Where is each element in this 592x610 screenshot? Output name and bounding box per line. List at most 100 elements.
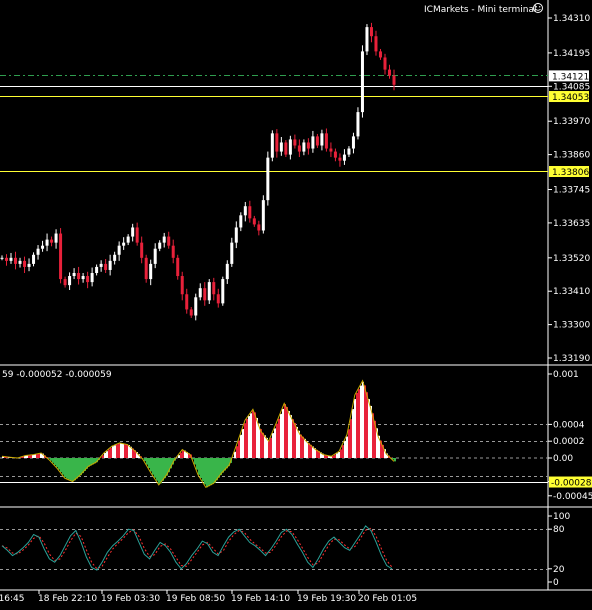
candle-body (45, 239, 49, 246)
candle-body (365, 27, 369, 52)
macd-bar (70, 458, 72, 481)
macd-bar (56, 458, 58, 468)
macd-bar (118, 443, 120, 458)
macd-bar (144, 458, 146, 462)
macd-bar (362, 381, 364, 458)
macd-tick-label: 0.0002 (553, 437, 585, 447)
candle-body (297, 145, 301, 152)
candle-body (113, 254, 117, 261)
macd-bar (152, 458, 154, 475)
candle-body (230, 242, 234, 264)
time-tick-label: 19 Feb 03:30 (101, 594, 160, 604)
time-tick-label: 19 Feb 08:50 (166, 594, 225, 604)
candle-body (90, 273, 94, 283)
candle-body (225, 263, 229, 280)
macd-bar (234, 451, 236, 458)
price-tick-label: 1.33635 (553, 219, 590, 229)
candle-body (360, 51, 364, 113)
price-tag-text: 1.34121 (552, 72, 589, 82)
candle-body (122, 242, 126, 246)
candle-body (356, 112, 360, 137)
candle-body (68, 276, 72, 286)
time-tick-label: p 16:45 (0, 594, 25, 604)
candle-body (108, 260, 112, 270)
macd-bar (248, 416, 250, 458)
candle-body (135, 227, 139, 243)
macd-bar (64, 458, 66, 478)
macd-bar (360, 385, 362, 458)
candle-body (95, 266, 99, 273)
macd-bar (38, 453, 40, 458)
candle-body (369, 27, 373, 37)
candle-body (320, 133, 324, 146)
candle-body (81, 276, 85, 280)
macd-bar (212, 458, 214, 485)
macd-bar (162, 458, 164, 481)
macd-bar (252, 410, 254, 458)
macd-bar (308, 443, 310, 458)
candle-body (306, 142, 310, 149)
candle-body (261, 200, 265, 231)
candle-body (117, 245, 121, 255)
price-tag-text: 1.33806 (552, 168, 589, 178)
candle-body (342, 154, 346, 161)
macd-bar (352, 409, 354, 458)
macd-bar (66, 458, 68, 479)
macd-bar (300, 434, 302, 458)
macd-bar (72, 458, 74, 482)
macd-bar (286, 406, 288, 458)
macd-tick-label: -0.00045 (553, 492, 592, 502)
stoch-tick-label: 80 (553, 525, 565, 535)
time-tick-label: 20 Feb 01:05 (358, 594, 417, 604)
candle-body (131, 227, 135, 237)
candle-body (293, 139, 297, 146)
candle-body (144, 257, 148, 280)
macd-bar (268, 440, 270, 458)
macd-bar (202, 458, 204, 482)
macd-bar (282, 408, 284, 458)
macd-bar (146, 458, 148, 465)
macd-tick-label: 0.00 (553, 454, 573, 464)
candle-body (77, 273, 81, 280)
time-axis: p 16:45 18 Feb 22:10 19 Feb 03:30 19 Feb 08… (0, 590, 417, 604)
candle-body (266, 157, 270, 201)
macd-bar (276, 423, 278, 458)
macd-bar (62, 458, 64, 475)
price-tick-label: 1.33745 (553, 186, 590, 196)
stoch-main-line (1, 525, 393, 571)
candle-body (315, 136, 319, 146)
macd-bar (236, 446, 238, 458)
macd-bar (52, 458, 54, 463)
candle-body (257, 224, 261, 231)
macd-tick-label: -0.00028 (551, 479, 592, 489)
macd-bar (346, 436, 348, 458)
candle-body (99, 263, 103, 267)
stoch-line (1, 525, 393, 571)
macd-bar (288, 411, 290, 458)
price-tick-label: 1.33860 (553, 151, 590, 161)
candle-body (212, 282, 216, 295)
macd-bar (394, 458, 396, 462)
candle-body (14, 257, 18, 264)
candle-body (288, 139, 292, 155)
macd-bar (238, 440, 240, 458)
candle-body (41, 245, 45, 249)
macd-bar (182, 450, 184, 458)
price-tick-label: 1.33190 (553, 354, 590, 364)
candle-body (279, 142, 283, 152)
macd-histogram (1, 379, 396, 489)
candle-body (207, 282, 211, 301)
price-tag-text: 1.34053 (552, 93, 589, 103)
candle-body (252, 218, 256, 225)
stoch-tick-label: 0 (553, 578, 559, 588)
macd-bar (196, 458, 198, 470)
candle-body (54, 233, 58, 243)
macd-bar (366, 392, 368, 458)
macd-bar (58, 458, 60, 470)
macd-bar (34, 454, 36, 458)
candle-body (50, 239, 54, 243)
candle-body (221, 279, 225, 304)
macd-bar (344, 440, 346, 458)
candle-body (86, 276, 90, 283)
macd-bar (208, 458, 210, 487)
